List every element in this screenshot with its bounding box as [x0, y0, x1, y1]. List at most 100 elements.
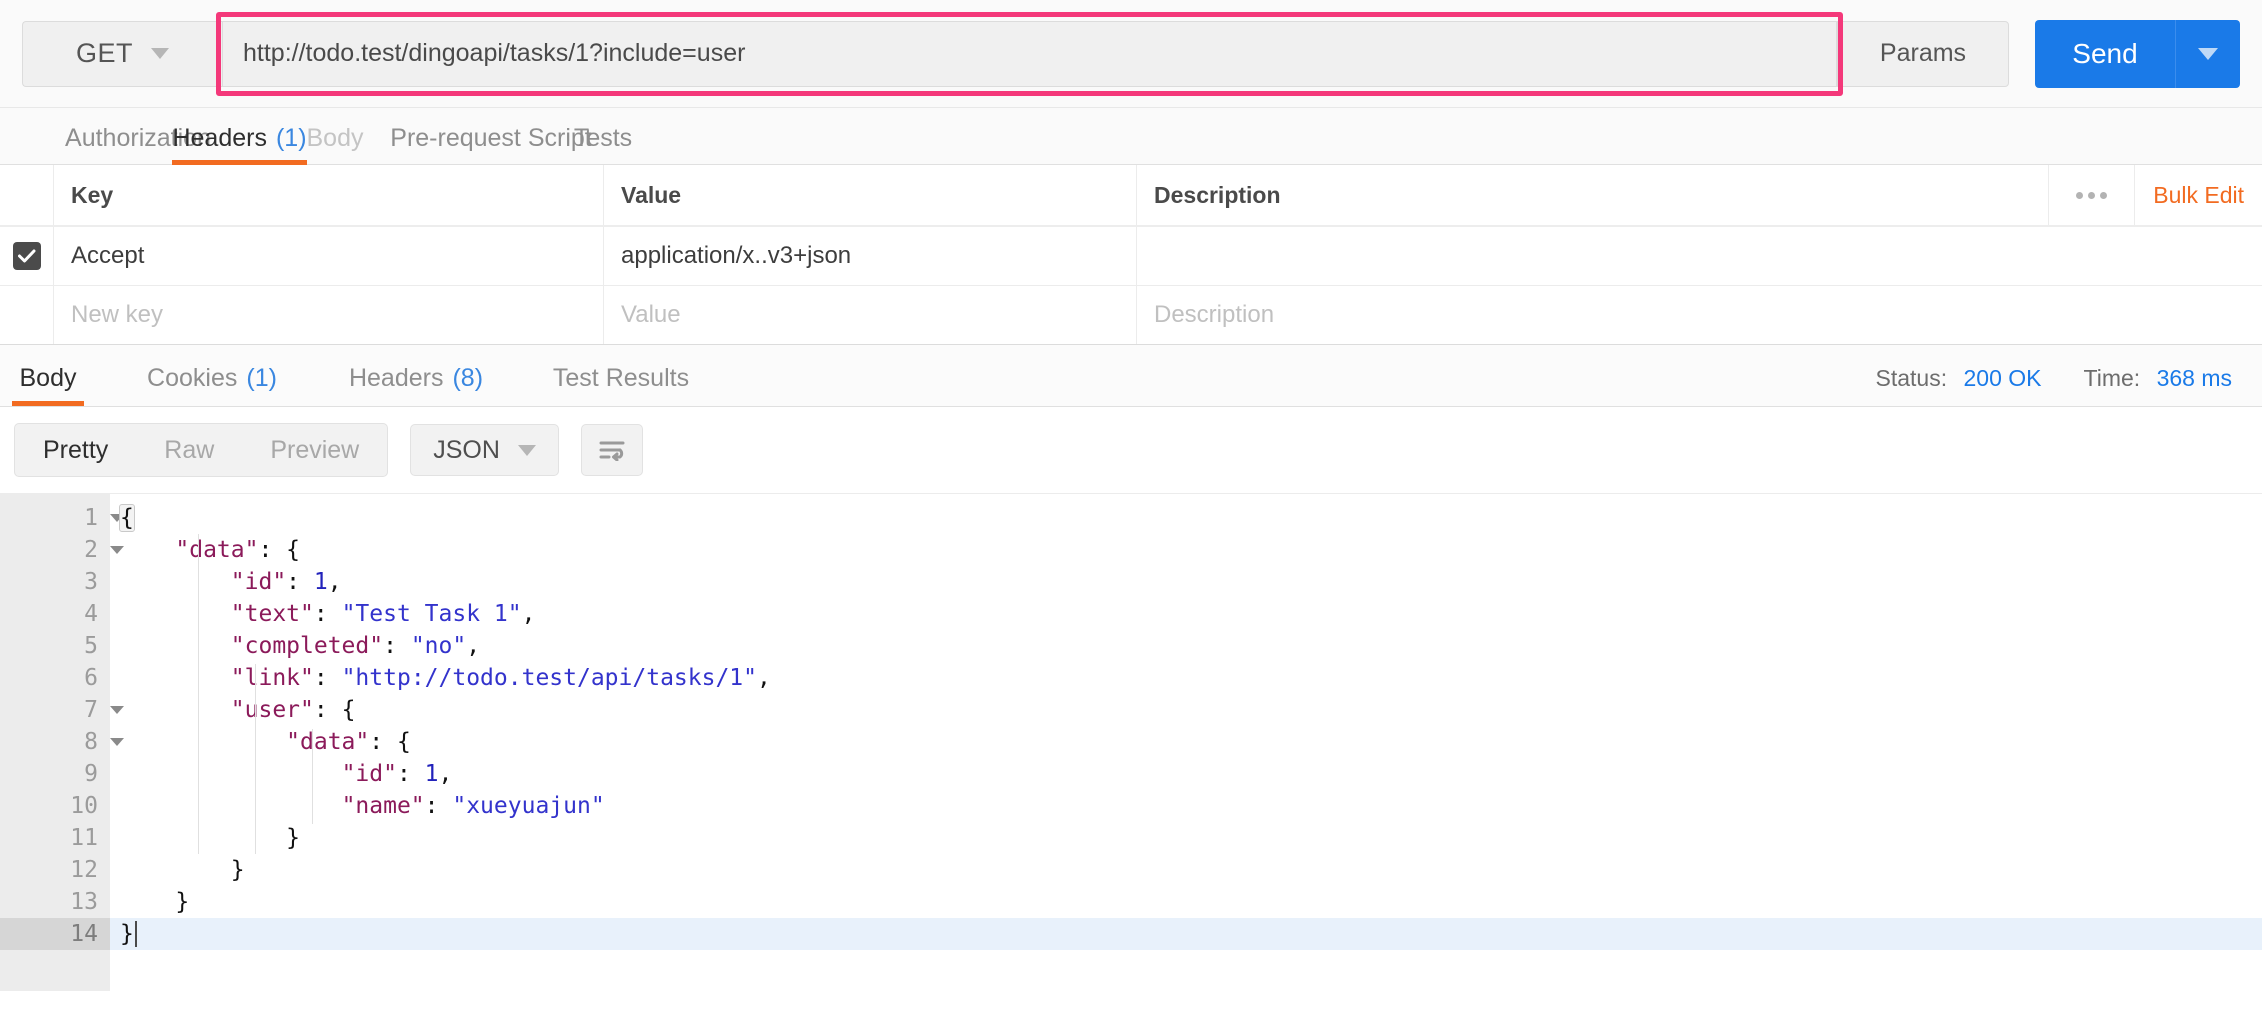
bulk-edit-button[interactable]: Bulk Edit	[2134, 165, 2262, 225]
time-label: Time:	[2083, 365, 2141, 391]
code-line: "id": 1,	[110, 758, 2262, 790]
code-token-p: :	[424, 793, 453, 819]
response-tab-body[interactable]: Body	[12, 345, 84, 406]
line-number-value: 7	[84, 697, 98, 723]
response-tab-label: Headers	[348, 364, 444, 392]
response-body-toolbar: Pretty Raw Preview JSON	[0, 407, 2262, 493]
code-token-s: "http://todo.test/api/tasks/1"	[341, 665, 757, 691]
code-line: "data": {	[110, 534, 2262, 566]
view-mode-label: Preview	[270, 435, 360, 464]
response-tab-cookies[interactable]: Cookies (1)	[132, 345, 292, 406]
code-token-n: 1	[313, 569, 328, 595]
line-number-value: 5	[84, 633, 98, 659]
line-number: 14	[0, 918, 110, 950]
column-header-description: Description	[1137, 165, 2048, 225]
response-tab-label: Body	[19, 364, 77, 392]
send-button[interactable]: Send	[2035, 19, 2175, 88]
line-number: 9	[0, 758, 110, 790]
params-label: Params	[1879, 39, 1967, 67]
response-tab-headers[interactable]: Headers (8)	[340, 345, 492, 406]
chevron-down-icon	[151, 48, 169, 59]
code-token-p: }	[120, 921, 134, 947]
editor-code-area[interactable]: { "data": { "id": 1, "text": "Test Task …	[110, 494, 2262, 991]
tab-headers[interactable]: Headers (1)	[172, 108, 307, 165]
header-value-cell[interactable]: application/x..v3+json	[604, 227, 1137, 285]
line-number-value: 2	[84, 537, 98, 563]
new-header-key-cell[interactable]: New key	[54, 286, 604, 344]
new-header-value-cell[interactable]: Value	[604, 286, 1137, 344]
ellipsis-dot	[2088, 191, 2096, 199]
line-number: 8	[0, 726, 124, 758]
header-value-value: application/x..v3+json	[621, 242, 852, 269]
code-token-p: :	[286, 569, 314, 595]
response-format-label: JSON	[433, 435, 500, 464]
line-number: 1	[0, 502, 124, 534]
tab-label: Body	[306, 124, 364, 152]
ellipsis-icon[interactable]	[2048, 165, 2134, 225]
code-token-p: :	[383, 633, 411, 659]
header-description-cell[interactable]	[1137, 227, 2262, 285]
code-token-k: "link"	[230, 665, 314, 691]
response-tab-label: Cookies	[147, 364, 238, 392]
params-button[interactable]: Params	[1837, 20, 2009, 87]
code-token-p: ,	[521, 601, 536, 627]
response-tabs: Body Cookies (1) Headers (8) Test Results Sta…	[0, 345, 2262, 407]
code-token-p: }	[230, 857, 245, 883]
url-input[interactable]	[222, 20, 1837, 87]
tab-label: Tests	[573, 124, 633, 152]
code-token-k: "data"	[175, 537, 259, 563]
response-tab-count: (8)	[452, 364, 484, 392]
active-tab-underline	[172, 160, 307, 165]
code-token-p: {	[119, 504, 135, 532]
line-number-value: 4	[84, 601, 98, 627]
header-enabled-checkbox[interactable]	[12, 242, 41, 270]
code-line: }	[110, 854, 2262, 886]
header-key-value: Accept	[71, 242, 145, 269]
url-input-wrapper	[216, 11, 1843, 96]
line-number-value: 8	[84, 729, 98, 755]
code-token-p: : {	[369, 729, 411, 755]
line-number-value: 6	[84, 665, 98, 691]
code-token-p: :	[313, 665, 342, 691]
response-tab-label: Test Results	[552, 364, 690, 392]
response-format-select[interactable]: JSON	[410, 424, 559, 476]
word-wrap-icon[interactable]	[580, 424, 643, 476]
header-key-cell[interactable]: Accept	[54, 227, 604, 285]
new-header-key-placeholder: New key	[71, 301, 164, 328]
response-tab-count: (1)	[246, 364, 277, 392]
response-tabs-list: Body Cookies (1) Headers (8) Test Results	[0, 345, 702, 406]
code-line: {	[110, 502, 2262, 534]
tab-body[interactable]: Body	[296, 108, 374, 165]
header-row-checkbox-spacer	[0, 165, 54, 225]
line-number-value: 9	[84, 761, 98, 787]
http-method-select[interactable]: GET	[22, 20, 222, 87]
line-number: 7	[0, 694, 124, 726]
view-mode-raw[interactable]: Raw	[136, 424, 242, 476]
view-mode-preview[interactable]: Preview	[242, 424, 387, 476]
code-token-k: "id"	[230, 569, 287, 595]
code-line: "text": "Test Task 1",	[110, 598, 2262, 630]
column-header-value-label: Value	[621, 181, 682, 208]
code-token-p: ,	[327, 569, 342, 595]
code-token-k: "name"	[341, 793, 425, 819]
active-response-tab-underline	[12, 401, 84, 406]
status-indicator: Status: 200 OK	[1876, 365, 2042, 392]
code-token-s: "Test Task 1"	[341, 601, 522, 627]
code-token-p: }	[286, 825, 301, 851]
column-header-description-label: Description	[1154, 181, 1281, 208]
tab-tests[interactable]: Tests	[562, 108, 644, 165]
response-tab-test-results[interactable]: Test Results	[540, 345, 702, 406]
new-header-value-placeholder: Value	[621, 301, 681, 328]
indent-guide	[255, 664, 256, 854]
view-mode-pretty[interactable]: Pretty	[15, 424, 136, 476]
code-line: "id": 1,	[110, 566, 2262, 598]
response-body-editor[interactable]: 1 2 3 4 5 6 7 8 9 10 11 12 13 14 { "data": { "id": 1,…	[0, 493, 2262, 991]
send-options-button[interactable]	[2175, 19, 2240, 88]
table-row: Accept application/x..v3+json	[0, 227, 2262, 286]
new-header-description-cell[interactable]: Description	[1137, 286, 2262, 344]
